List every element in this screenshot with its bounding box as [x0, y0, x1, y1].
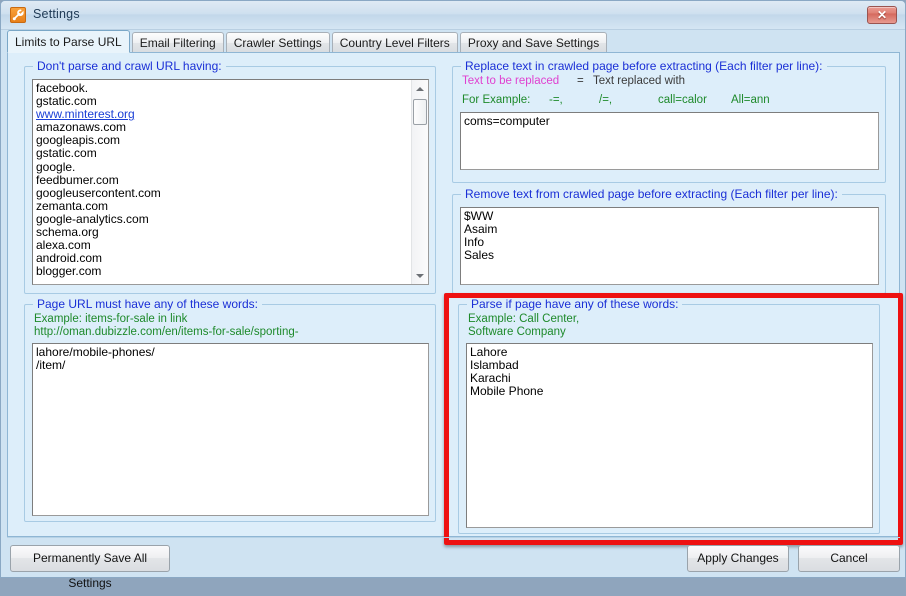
group-remove-text: Remove text from crawled page before ext… [452, 187, 886, 294]
list-item[interactable]: blogger.com [36, 265, 428, 278]
list-item[interactable]: Sales [464, 249, 878, 262]
parse-if-words-example-line1: Example: Call Center, [468, 313, 580, 325]
tab-country-level-filters[interactable]: Country Level Filters [331, 32, 458, 53]
footer-separator [7, 537, 900, 538]
replace-example-item-2: /=, [599, 94, 613, 106]
tab-email-filtering[interactable]: Email Filtering [131, 32, 224, 53]
list-item[interactable]: Mobile Phone [470, 385, 872, 398]
list-item[interactable]: Islambad [470, 358, 872, 372]
button-label: Apply Changes [697, 551, 779, 565]
group-parse-if-words: Parse if page have any of these words: E… [458, 297, 880, 534]
permanently-save-all-settings-button[interactable]: Permanently Save All Settings [10, 545, 170, 590]
tab-crawler-settings[interactable]: Crawler Settings [225, 32, 330, 53]
scroll-down-icon[interactable] [412, 267, 428, 284]
wrench-icon [10, 7, 26, 23]
replace-text-textarea[interactable]: coms=computer [460, 112, 879, 170]
tab-strip: Limits to Parse URL Email Filtering Craw… [7, 30, 609, 53]
group-parse-if-words-legend: Parse if page have any of these words: [467, 297, 683, 311]
replace-example-item-3: call=calor [658, 94, 707, 106]
url-must-have-example-line1: Example: items-for-sale in link [34, 313, 188, 325]
list-item[interactable]: lahore/mobile-phones/ [36, 345, 428, 359]
list-item[interactable]: schema.org [36, 225, 428, 239]
settings-window: Settings ✕ Limits to Parse URL Email Fil… [0, 0, 906, 590]
tab-label: Limits to Parse URL [15, 35, 122, 49]
window-title: Settings [33, 7, 80, 21]
group-remove-text-legend: Remove text from crawled page before ext… [461, 187, 842, 201]
replace-example-label: For Example: [462, 94, 531, 106]
vertical-scrollbar[interactable] [411, 80, 428, 284]
close-icon: ✕ [876, 8, 888, 22]
tab-label: Country Level Filters [339, 36, 450, 50]
replace-hint-right: Text replaced with [593, 75, 686, 87]
parse-if-words-example-line2: Software Company [468, 326, 566, 338]
group-url-must-have-legend: Page URL must have any of these words: [33, 297, 263, 311]
scrollbar-thumb[interactable] [413, 99, 427, 125]
tab-proxy-and-save-settings[interactable]: Proxy and Save Settings [459, 32, 608, 53]
replace-hint-equals: = [577, 75, 584, 87]
list-item[interactable]: Info [464, 236, 878, 249]
title-bar: Settings ✕ [1, 1, 905, 30]
tab-label: Proxy and Save Settings [467, 36, 600, 50]
list-item[interactable]: feedbumer.com [36, 173, 428, 187]
list-item[interactable]: coms=computer [464, 114, 878, 128]
remove-text-textarea[interactable]: $WW Asaim Info Sales [460, 207, 879, 285]
group-replace-text: Replace text in crawled page before extr… [452, 59, 886, 183]
apply-changes-button[interactable]: Apply Changes [687, 545, 789, 572]
close-button[interactable]: ✕ [867, 6, 897, 24]
parse-if-words-textarea[interactable]: Lahore Islambad Karachi Mobile Phone [466, 343, 873, 528]
replace-example-item-4: All=ann [731, 94, 770, 106]
url-must-have-textarea[interactable]: lahore/mobile-phones/ /item/ [32, 343, 429, 516]
list-item[interactable]: gstatic.com [36, 147, 428, 160]
replace-hint-left: Text to be replaced [462, 75, 560, 87]
button-label: Cancel [830, 551, 868, 565]
list-item[interactable]: zemanta.com [36, 199, 428, 213]
url-must-have-example-line2: http://oman.dubizzle.com/en/items-for-sa… [34, 326, 299, 338]
list-item[interactable]: /item/ [36, 358, 428, 372]
replace-example-item-1: -=, [549, 94, 563, 106]
exclude-urls-listbox[interactable]: facebook. gstatic.com www.minterest.org … [32, 79, 429, 285]
tab-page-limits-to-parse-url: Don't parse and crawl URL having: facebo… [7, 52, 900, 537]
list-item[interactable]: googleusercontent.com [36, 186, 428, 200]
tab-limits-to-parse-url[interactable]: Limits to Parse URL [7, 30, 130, 53]
list-item[interactable]: google. [36, 160, 428, 174]
list-item[interactable]: $WW [464, 209, 878, 223]
cancel-button[interactable]: Cancel [798, 545, 900, 572]
group-replace-text-legend: Replace text in crawled page before extr… [461, 59, 827, 73]
scroll-up-icon[interactable] [412, 80, 428, 97]
list-item[interactable]: Asaim [464, 222, 878, 236]
tab-label: Crawler Settings [233, 36, 322, 50]
button-label: Permanently Save All Settings [32, 551, 148, 590]
list-item[interactable]: Lahore [470, 345, 872, 359]
tab-label: Email Filtering [139, 36, 216, 50]
group-url-must-have: Page URL must have any of these words: E… [24, 297, 436, 522]
group-exclude-urls: Don't parse and crawl URL having: facebo… [24, 59, 436, 294]
group-exclude-urls-legend: Don't parse and crawl URL having: [33, 59, 226, 73]
